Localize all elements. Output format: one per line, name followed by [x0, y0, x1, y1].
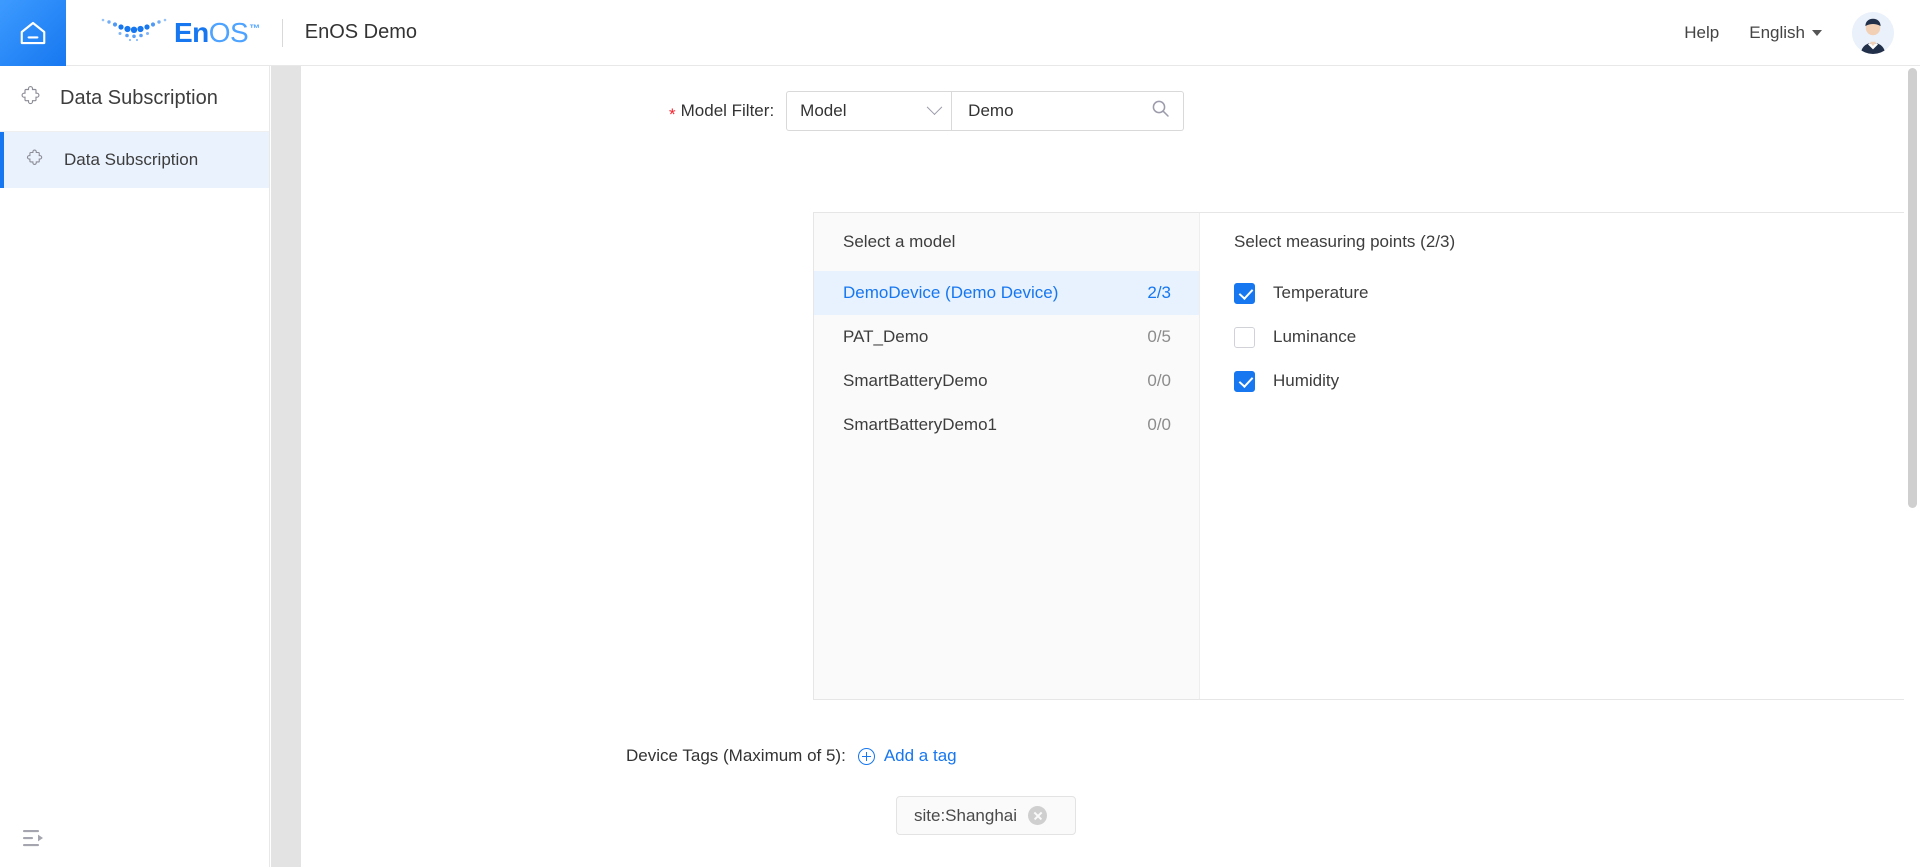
- brand-logo[interactable]: En OS ™: [98, 0, 260, 66]
- model-filter-label: Model Filter: [680, 101, 770, 120]
- sidebar-collapse-button[interactable]: [22, 828, 44, 853]
- sidebar-header-data-subscription[interactable]: Data Subscription: [0, 66, 269, 132]
- model-search-input[interactable]: [966, 100, 1137, 122]
- brand-en: En: [174, 16, 209, 48]
- model-selection-panel: Select a model DemoDevice (Demo Device) …: [813, 212, 1920, 700]
- model-list-header: Select a model: [843, 232, 956, 251]
- model-filter-type-value: Model: [800, 101, 847, 120]
- search-icon[interactable]: [1151, 99, 1170, 123]
- sidebar-item-label: Data Subscription: [64, 150, 199, 169]
- measuring-point-luminance[interactable]: Luminance: [1234, 315, 1920, 359]
- model-name: SmartBatteryDemo: [843, 371, 988, 390]
- home-icon: [18, 18, 48, 48]
- model-count: 0/5: [1147, 327, 1171, 346]
- top-bar: En OS ™ EnOS Demo Help English: [0, 0, 1920, 66]
- model-filter-colon: :: [769, 101, 775, 120]
- sidebar: Data Subscription Data Subscription: [0, 66, 270, 867]
- model-list-column: Select a model DemoDevice (Demo Device) …: [814, 213, 1200, 699]
- measuring-point-label: Temperature: [1273, 283, 1369, 302]
- model-list-item-pat-demo[interactable]: PAT_Demo 0/5: [814, 315, 1199, 359]
- model-name: SmartBatteryDemo1: [843, 415, 997, 434]
- plus-circle-icon: [857, 747, 875, 765]
- device-tags-row: Device Tags (Maximum of 5) : Add a tag: [626, 746, 957, 766]
- model-filter-type-select[interactable]: Model: [786, 91, 953, 131]
- sidebar-header-label: Data Subscription: [60, 87, 218, 109]
- add-tag-label: Add a tag: [883, 746, 957, 765]
- model-list-item-smartbatterydemo1[interactable]: SmartBatteryDemo1 0/0: [814, 403, 1199, 447]
- model-search-box[interactable]: [952, 91, 1185, 131]
- model-count: 2/3: [1147, 283, 1171, 302]
- form-container: * Model Filter : Model Select a mo: [271, 66, 1920, 867]
- model-count: 0/0: [1147, 371, 1171, 390]
- add-tag-button[interactable]: Add a tag: [857, 746, 957, 766]
- enos-swoosh-icon: [98, 13, 170, 52]
- close-circle-icon[interactable]: [1028, 806, 1048, 825]
- top-bar-actions: Help English: [1684, 11, 1920, 54]
- device-tags-colon: :: [841, 746, 846, 765]
- model-filter-row: * Model Filter : Model: [669, 91, 1185, 131]
- tag-label: site:Shanghai: [914, 805, 1018, 825]
- device-tags-label: Device Tags (Maximum of 5): [626, 746, 842, 765]
- language-label: English: [1749, 22, 1805, 42]
- scrollbar-thumb[interactable]: [1908, 68, 1917, 508]
- app-title: EnOS Demo: [304, 21, 418, 43]
- avatar[interactable]: [1852, 11, 1894, 54]
- checkbox-humidity[interactable]: [1234, 370, 1255, 392]
- home-button[interactable]: [0, 0, 66, 66]
- model-count: 0/0: [1147, 415, 1171, 434]
- model-name: PAT_Demo: [843, 327, 929, 346]
- divider: [281, 18, 283, 47]
- menu-fold-icon: [22, 830, 44, 852]
- measuring-points-column: Select measuring points (2/3) Temperatur…: [1200, 213, 1920, 699]
- measuring-point-humidity[interactable]: Humidity: [1234, 359, 1920, 403]
- puzzle-icon: [24, 147, 46, 174]
- scrollbar-track[interactable]: [1904, 66, 1920, 867]
- help-link[interactable]: Help: [1684, 23, 1719, 43]
- model-list-item-smartbatterydemo[interactable]: SmartBatteryDemo 0/0: [814, 359, 1199, 403]
- puzzle-icon: [18, 83, 44, 114]
- tag-chip-site-shanghai[interactable]: site:Shanghai: [896, 796, 1076, 835]
- content-area: * Model Filter : Model Select a mo: [271, 66, 1920, 867]
- measuring-point-label: Luminance: [1273, 327, 1357, 346]
- measuring-point-temperature[interactable]: Temperature: [1234, 271, 1920, 315]
- sidebar-item-data-subscription[interactable]: Data Subscription: [0, 132, 269, 188]
- checkbox-luminance[interactable]: [1234, 326, 1255, 348]
- chevron-down-icon: [926, 98, 943, 115]
- language-selector[interactable]: English: [1749, 23, 1822, 43]
- model-list-item-demodevice[interactable]: DemoDevice (Demo Device) 2/3: [814, 271, 1199, 315]
- measuring-points-header: Select measuring points (2/3): [1234, 232, 1456, 251]
- brand-tm: ™: [249, 22, 260, 35]
- brand-wordmark: En OS ™: [174, 17, 260, 49]
- measuring-point-label: Humidity: [1273, 371, 1340, 390]
- chevron-down-icon: [1812, 29, 1822, 36]
- model-name: DemoDevice (Demo Device): [843, 283, 1059, 302]
- brand-os: OS: [208, 16, 249, 48]
- checkbox-temperature[interactable]: [1234, 282, 1255, 304]
- required-indicator: *: [669, 104, 676, 124]
